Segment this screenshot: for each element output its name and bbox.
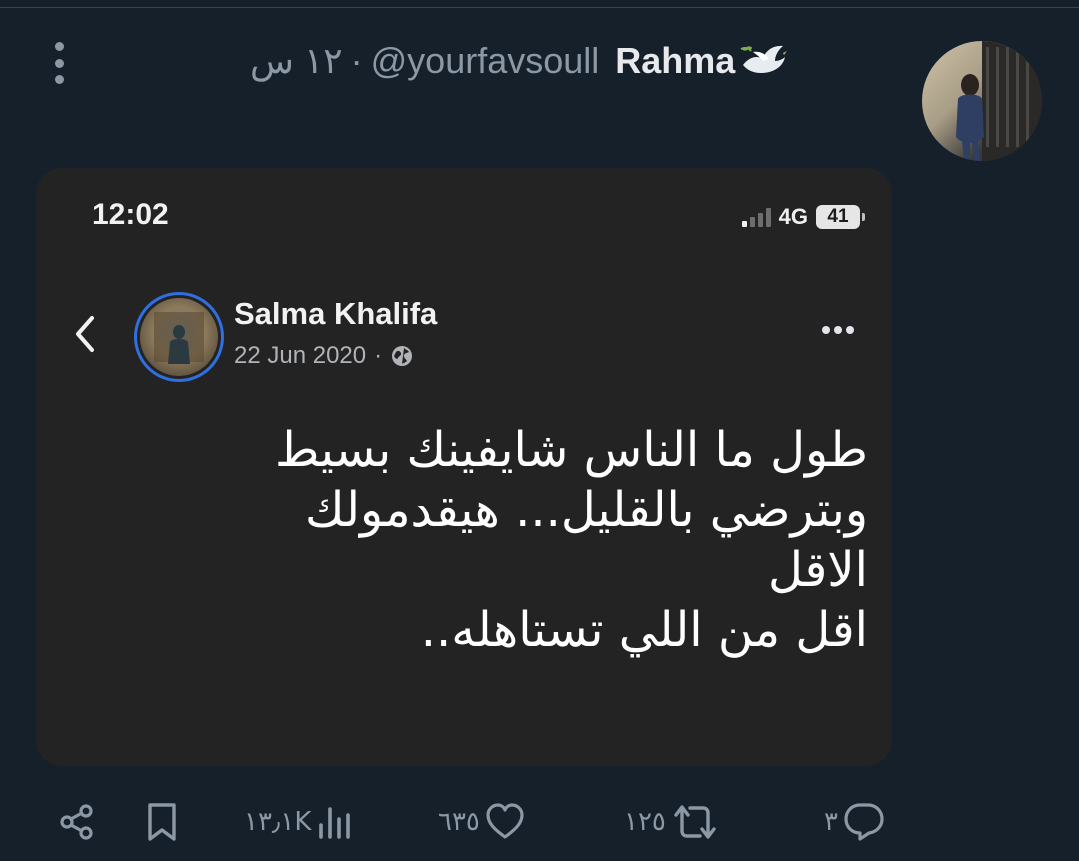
retweet-button[interactable]: ١٢٥ (624, 796, 720, 848)
post-more-icon (822, 326, 854, 334)
retweet-count: ١٢٥ (624, 807, 666, 837)
views-icon (315, 801, 355, 843)
top-divider (0, 7, 1079, 8)
reply-icon (842, 801, 886, 843)
tweet-time[interactable]: ١٢ س (250, 40, 343, 82)
share-button[interactable] (56, 796, 98, 848)
reply-button[interactable]: ٣ (824, 796, 886, 848)
battery-level: 41 (827, 206, 849, 227)
post-line: الاقل (767, 542, 868, 598)
bookmark-button[interactable] (142, 796, 182, 848)
post-author-name: Salma Khalifa (234, 296, 438, 331)
like-count: ٦٣٥ (438, 807, 480, 837)
avatar[interactable] (922, 41, 1042, 161)
attached-screenshot[interactable]: 12:02 4G 41 Salma Khalifa 22 Jun 2020 · (36, 168, 892, 766)
heart-icon (484, 801, 526, 843)
post-line: وبترضي بالقليل... هيقدمولك (304, 482, 868, 538)
header-separator: · (350, 40, 363, 81)
globe-icon (390, 344, 414, 368)
views-button[interactable]: ١٣٫١K (244, 796, 355, 848)
dove-icon (739, 43, 788, 79)
views-count: ١٣٫١K (244, 807, 312, 837)
retweet-icon (670, 801, 720, 843)
user-handle[interactable]: @yourfavsoull (371, 40, 600, 82)
like-button[interactable]: ٦٣٥ (438, 796, 526, 848)
post-meta-separator: · (374, 342, 383, 369)
post-line: طول ما الناس شايفينك بسيط (274, 422, 868, 478)
more-options-icon[interactable] (52, 42, 66, 84)
post-line: اقل من اللي تستاهله.. (420, 602, 868, 658)
network-type: 4G (778, 204, 808, 229)
signal-icon (741, 207, 771, 227)
post-meta: 22 Jun 2020 · (234, 342, 414, 370)
post-body: طول ما الناس شايفينك بسيط وبترضي بالقليل… (96, 420, 868, 660)
status-bar-time: 12:02 (92, 198, 169, 231)
tweet-header: ١٢ س · @yourfavsoull Rahma (250, 36, 900, 86)
post-date: 22 Jun 2020 (234, 342, 367, 369)
post-author-avatar (134, 292, 224, 382)
bookmark-icon (142, 801, 182, 843)
back-chevron-icon (72, 314, 98, 354)
reply-count: ٣ (824, 807, 838, 837)
display-name[interactable]: Rahma (615, 40, 735, 82)
battery-icon: 41 (816, 205, 865, 229)
share-icon (56, 801, 98, 843)
status-bar-icons: 4G 41 (741, 204, 865, 230)
